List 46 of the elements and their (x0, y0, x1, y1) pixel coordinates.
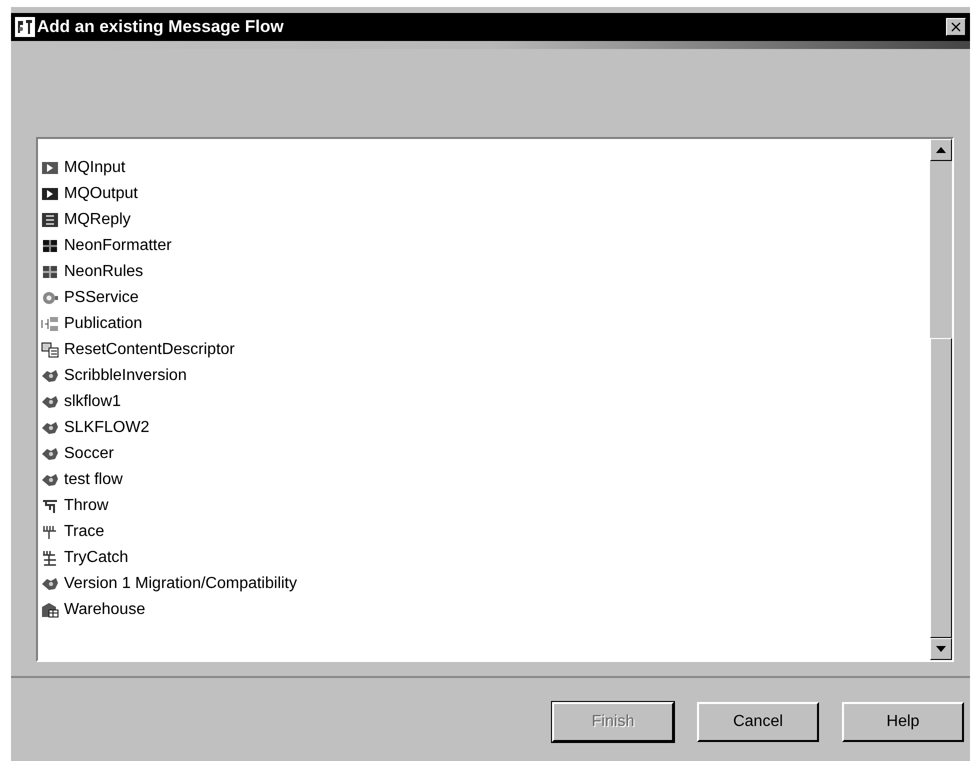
list-item[interactable]: MQInput (38, 155, 930, 181)
scrollbar[interactable] (930, 139, 952, 660)
flow-icon (41, 368, 59, 384)
list-item[interactable]: Publication (38, 311, 930, 337)
flow-icon (41, 472, 59, 488)
list-item[interactable]: ResetContentDescriptor (38, 337, 930, 363)
throw-icon (41, 498, 59, 514)
list-item[interactable]: slkflow1 (38, 389, 930, 415)
up-arrow-icon (936, 147, 946, 153)
down-arrow-icon (936, 646, 946, 652)
formatter-icon (41, 238, 59, 254)
trace-icon (41, 524, 59, 540)
list-item[interactable]: NeonFormatter (38, 233, 930, 259)
list-item[interactable]: Version 1 Migration/Compatibility (38, 571, 930, 597)
list-item[interactable]: Throw (38, 493, 930, 519)
list-item[interactable]: TryCatch (38, 545, 930, 571)
input-node-icon (41, 160, 59, 176)
dialog-button[interactable]: Help (842, 702, 964, 742)
warehouse-icon (41, 602, 59, 618)
flow-icon (41, 446, 59, 462)
service-icon (41, 290, 59, 306)
list-item[interactable]: Soccer (38, 441, 930, 467)
scroll-up-button[interactable] (930, 139, 952, 161)
scroll-thumb[interactable] (930, 338, 952, 638)
window-title: Add an existing Message Flow (37, 17, 285, 37)
list-item[interactable]: Trace (38, 519, 930, 545)
list-item[interactable]: NeonRules (38, 259, 930, 285)
list-item[interactable]: Warehouse (38, 597, 930, 623)
publication-icon (41, 316, 59, 332)
scroll-down-button[interactable] (930, 638, 952, 660)
dialog-button[interactable]: Cancel (697, 702, 819, 742)
list-item[interactable]: test flow (38, 467, 930, 493)
reset-icon (41, 342, 59, 358)
list-item[interactable]: MQReply (38, 207, 930, 233)
reply-node-icon (41, 212, 59, 228)
list-item[interactable]: ScribbleInversion (38, 363, 930, 389)
output-node-icon (41, 186, 59, 202)
list-item[interactable]: PSService (38, 285, 930, 311)
list-item[interactable]: SLKFLOW2 (38, 415, 930, 441)
flow-icon (41, 394, 59, 410)
flow-icon (41, 576, 59, 592)
list-item[interactable]: MQOutput (38, 181, 930, 207)
close-button[interactable]: × (946, 18, 966, 36)
rules-icon (41, 264, 59, 280)
trycatch-icon (41, 550, 59, 566)
flow-icon (41, 420, 59, 436)
